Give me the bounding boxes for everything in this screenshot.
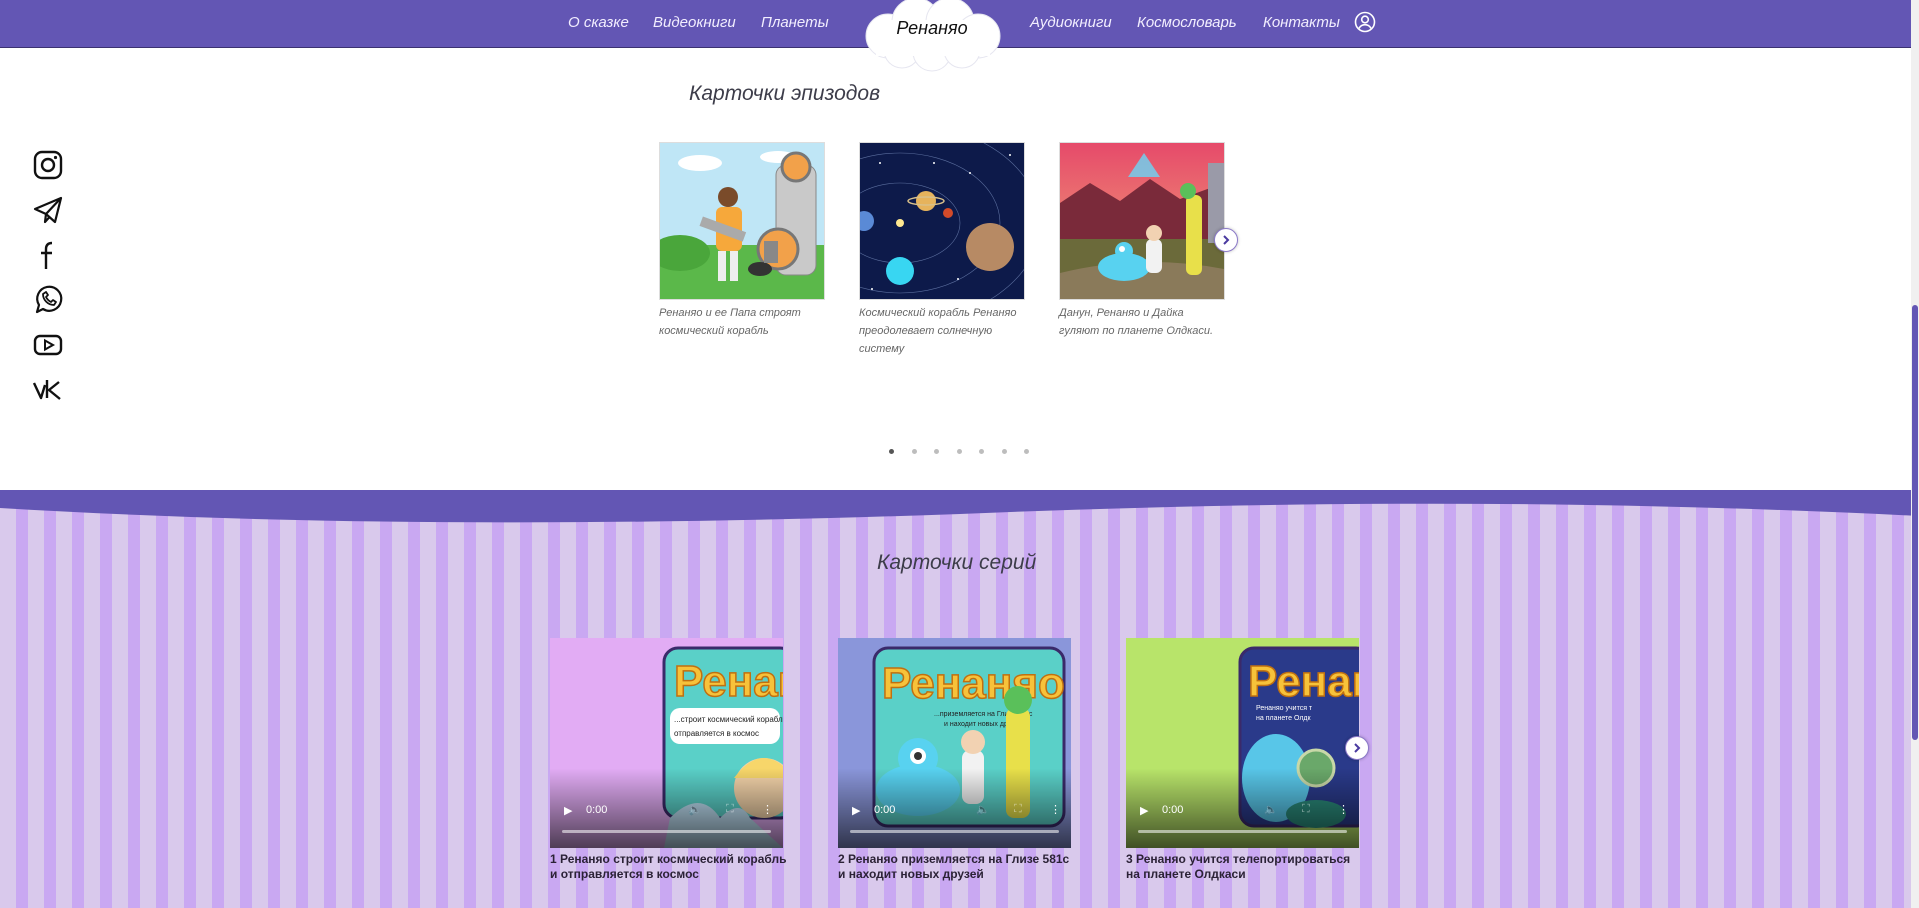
nav-contacts[interactable]: Контакты [1263, 14, 1340, 31]
nav-about[interactable]: О сказке [568, 14, 629, 31]
video-player[interactable]: Ренан ...строит космический корабль и от… [550, 638, 783, 848]
episode-card[interactable]: Данун, Ренаняо и Дайка гуляют по планете… [1059, 142, 1225, 340]
pagination-dot[interactable] [934, 449, 939, 454]
svg-text:...строит космический корабль: ...строит космический корабль и [674, 715, 783, 724]
facebook-icon[interactable] [32, 239, 64, 271]
svg-text:Ренаняо: Ренаняо [882, 659, 1065, 708]
series-next-button[interactable] [1345, 736, 1369, 760]
series-section-title: Карточки серий [877, 551, 1037, 574]
video-progress-bar[interactable] [562, 830, 771, 833]
svg-text:отправляется в космос: отправляется в космос [674, 729, 759, 738]
logo-cloud[interactable]: Ренаняо [858, 0, 1006, 72]
episode-caption: Данун, Ренаняо и Дайка гуляют по планете… [1059, 307, 1214, 337]
video-controls-overlay [550, 768, 783, 848]
chevron-right-icon [1223, 235, 1230, 245]
episode-caption: Космический корабль Ренаняо преодолевает… [859, 307, 1017, 355]
svg-text:Ренан: Ренан [1248, 657, 1359, 706]
video-player[interactable]: Ренаняо ...приземляется на Глизе 581с и … [838, 638, 1071, 848]
play-icon[interactable]: ▶ [564, 804, 572, 817]
svg-text:на планете Олдк: на планете Олдк [1256, 715, 1311, 722]
pagination-dot[interactable] [957, 449, 962, 454]
fullscreen-icon[interactable]: ⛶ [726, 803, 734, 816]
volume-icon[interactable]: 🔈 [688, 803, 702, 816]
episode-image[interactable] [659, 142, 825, 300]
pagination-dot[interactable] [979, 449, 984, 454]
episodes-next-button[interactable] [1214, 228, 1238, 252]
play-icon[interactable]: ▶ [1140, 804, 1148, 817]
more-options-icon[interactable]: ⋮ [1050, 803, 1061, 816]
episode-image[interactable] [859, 142, 1025, 300]
video-controls-overlay [838, 768, 1071, 848]
nav-videobooks[interactable]: Видеокниги [653, 14, 736, 31]
video-title: 2 Ренаняо приземляется на Глизе 581с и н… [838, 852, 1070, 881]
video-time: 0:00 [874, 804, 896, 816]
episode-caption: Ренаняо и ее Папа строят космический кор… [659, 307, 801, 337]
instagram-icon[interactable] [32, 149, 64, 181]
fullscreen-icon[interactable]: ⛶ [1302, 803, 1310, 816]
series-card: Ренан Ренаняо учится т на планете Олдк ▶… [1126, 638, 1360, 882]
volume-icon[interactable]: 🔈 [1264, 803, 1278, 816]
series-card: Ренаняо ...приземляется на Глизе 581с и … [838, 638, 1072, 882]
video-time: 0:00 [1162, 804, 1184, 816]
svg-text:Ренан: Ренан [674, 657, 783, 706]
video-controls-overlay [1126, 768, 1359, 848]
episode-card[interactable]: Космический корабль Ренаняо преодолевает… [859, 142, 1025, 358]
vk-icon[interactable] [32, 374, 64, 406]
page-scrollbar-thumb[interactable] [1912, 305, 1918, 740]
nav-cosmodictionary[interactable]: Космословарь [1137, 14, 1237, 31]
pagination-dot[interactable] [1002, 449, 1007, 454]
video-progress-bar[interactable] [850, 830, 1059, 833]
video-time: 0:00 [586, 804, 608, 816]
more-options-icon[interactable]: ⋮ [762, 803, 773, 816]
logo-text: Ренаняо [896, 18, 968, 38]
series-card: Ренан ...строит космический корабль и от… [550, 638, 787, 882]
volume-icon[interactable]: 🔈 [976, 803, 990, 816]
youtube-icon[interactable] [32, 329, 64, 361]
more-options-icon[interactable]: ⋮ [1338, 803, 1349, 816]
video-progress-bar[interactable] [1138, 830, 1347, 833]
telegram-icon[interactable] [32, 194, 64, 226]
nav-audiobooks[interactable]: Аудиокниги [1030, 14, 1112, 31]
episode-image[interactable] [1059, 142, 1225, 300]
pagination-dot[interactable] [912, 449, 917, 454]
fullscreen-icon[interactable]: ⛶ [1014, 803, 1022, 816]
pagination-dot[interactable] [889, 449, 894, 454]
video-player[interactable]: Ренан Ренаняо учится т на планете Олдк ▶… [1126, 638, 1359, 848]
pagination-dot[interactable] [1024, 449, 1029, 454]
svg-text:Ренаняо учится т: Ренаняо учится т [1256, 705, 1313, 712]
chevron-right-icon [1354, 743, 1361, 753]
section-wave [0, 490, 1919, 523]
video-title: 1 Ренаняо строит космический корабль и о… [550, 852, 787, 881]
user-circle-icon[interactable] [1354, 11, 1376, 33]
episode-card[interactable]: Ренаняо и ее Папа строят космический кор… [659, 142, 825, 340]
episodes-section-title: Карточки эпизодов [689, 82, 881, 105]
whatsapp-icon[interactable] [32, 284, 64, 316]
video-title: 3 Ренаняо учится телепортироваться на пл… [1126, 852, 1351, 881]
nav-planets[interactable]: Планеты [761, 14, 829, 31]
play-icon[interactable]: ▶ [852, 804, 860, 817]
